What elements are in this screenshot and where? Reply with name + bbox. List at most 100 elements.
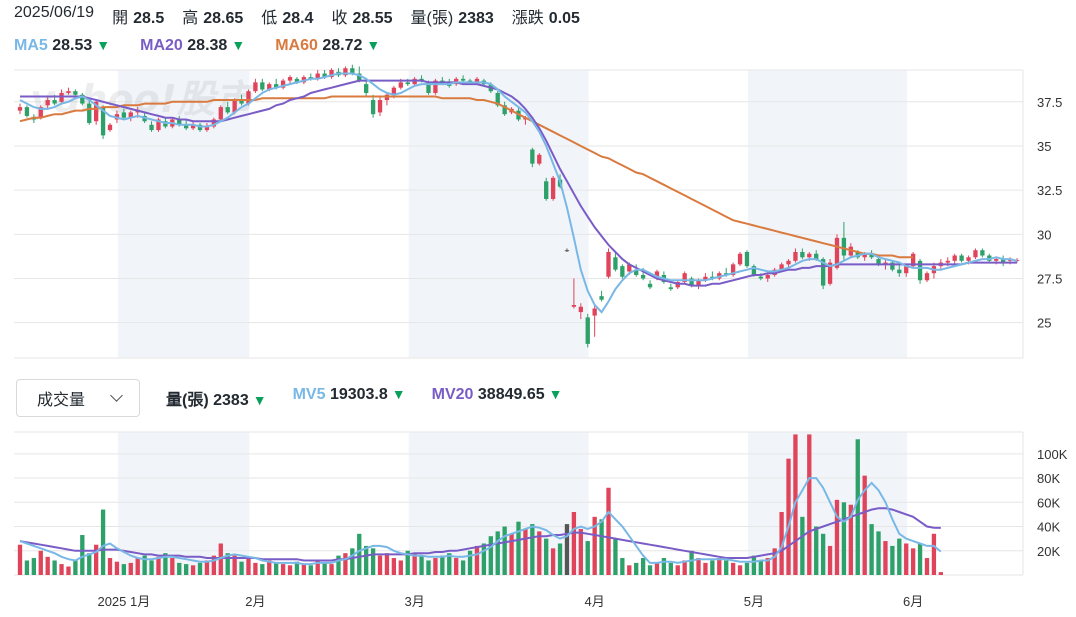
- volume-bar[interactable]: [460, 560, 466, 575]
- candle-body[interactable]: [564, 250, 570, 252]
- volume-bar[interactable]: [474, 545, 480, 575]
- volume-bar[interactable]: [820, 533, 826, 575]
- volume-bar[interactable]: [80, 535, 85, 575]
- volume-bar[interactable]: [301, 564, 307, 575]
- volume-bar[interactable]: [827, 545, 833, 575]
- volume-bar[interactable]: [675, 565, 680, 575]
- candle-body[interactable]: [952, 255, 957, 261]
- volume-bar[interactable]: [730, 562, 736, 575]
- candle-body[interactable]: [613, 257, 618, 270]
- volume-bar[interactable]: [897, 538, 902, 575]
- volume-bar[interactable]: [931, 533, 937, 575]
- volume-bar[interactable]: [890, 545, 895, 575]
- candle-body[interactable]: [897, 269, 902, 274]
- volume-bar[interactable]: [364, 545, 369, 575]
- volume-bar[interactable]: [627, 565, 632, 575]
- volume-bar[interactable]: [550, 548, 556, 575]
- candle-body[interactable]: [793, 251, 798, 261]
- volume-bar[interactable]: [135, 558, 140, 575]
- volume-bar[interactable]: [322, 562, 327, 575]
- candle-body[interactable]: [924, 273, 930, 281]
- volume-bar[interactable]: [516, 521, 521, 575]
- volume-bar[interactable]: [855, 439, 860, 575]
- volume-bar[interactable]: [121, 564, 127, 575]
- volume-bar[interactable]: [260, 564, 265, 575]
- candle-body[interactable]: [87, 103, 92, 124]
- volume-bar[interactable]: [661, 558, 667, 575]
- candle-body[interactable]: [364, 84, 369, 93]
- volume-bar[interactable]: [440, 555, 445, 575]
- candle-body[interactable]: [620, 266, 625, 277]
- volume-bar[interactable]: [530, 524, 535, 575]
- volume-bar[interactable]: [287, 565, 293, 575]
- volume-bar[interactable]: [807, 434, 812, 575]
- volume-bar[interactable]: [571, 511, 577, 575]
- candle-body[interactable]: [786, 260, 791, 265]
- volume-bar[interactable]: [87, 553, 92, 575]
- candle-body[interactable]: [66, 91, 71, 93]
- candle-body[interactable]: [405, 82, 410, 85]
- volume-bar[interactable]: [45, 556, 50, 575]
- candle-body[interactable]: [571, 304, 577, 307]
- volume-bar[interactable]: [350, 548, 355, 575]
- volume-bar[interactable]: [904, 543, 909, 575]
- volume-bar[interactable]: [66, 566, 71, 575]
- candle-body[interactable]: [592, 308, 597, 316]
- volume-bar[interactable]: [177, 562, 182, 575]
- volume-bar[interactable]: [578, 528, 583, 575]
- volume-bar[interactable]: [17, 544, 23, 575]
- candle-body[interactable]: [537, 154, 542, 164]
- volume-bar[interactable]: [585, 541, 590, 575]
- volume-bar[interactable]: [668, 562, 673, 575]
- candle-body[interactable]: [585, 317, 590, 344]
- volume-bar[interactable]: [654, 562, 660, 575]
- volume-bar[interactable]: [100, 509, 106, 575]
- volume-bar[interactable]: [717, 558, 722, 575]
- volume-bar[interactable]: [710, 560, 715, 575]
- volume-bar[interactable]: [253, 562, 258, 575]
- candle-body[interactable]: [225, 107, 230, 113]
- volume-bar[interactable]: [564, 524, 570, 575]
- candle-body[interactable]: [377, 100, 383, 113]
- volume-bar[interactable]: [640, 558, 646, 575]
- candle-body[interactable]: [606, 251, 611, 277]
- volume-bar[interactable]: [620, 558, 625, 575]
- volume-bar[interactable]: [488, 536, 493, 575]
- volume-bar[interactable]: [308, 565, 313, 575]
- volume-bar[interactable]: [696, 558, 701, 575]
- candle-body[interactable]: [260, 82, 265, 90]
- candle-body[interactable]: [24, 107, 30, 116]
- volume-bar[interactable]: [751, 555, 757, 575]
- candle-body[interactable]: [544, 181, 549, 199]
- candle-body[interactable]: [218, 107, 223, 120]
- candle-body[interactable]: [460, 78, 466, 81]
- volume-bar[interactable]: [481, 543, 487, 575]
- volume-bar[interactable]: [370, 548, 376, 575]
- candle-body[interactable]: [744, 251, 750, 267]
- volume-bar[interactable]: [599, 519, 604, 575]
- candle-body[interactable]: [959, 255, 964, 261]
- volume-bar[interactable]: [924, 558, 930, 575]
- volume-bar[interactable]: [523, 528, 528, 575]
- volume-bar[interactable]: [426, 560, 431, 575]
- volume-bar[interactable]: [544, 538, 549, 575]
- volume-bar[interactable]: [647, 565, 653, 575]
- stock-chart[interactable]: 37.53532.53027.525100K80K60K40K20Kyahoo!…: [0, 0, 1076, 617]
- volume-bar[interactable]: [689, 550, 694, 575]
- volume-bar[interactable]: [280, 564, 286, 575]
- volume-bar[interactable]: [156, 556, 161, 575]
- volume-bar[interactable]: [557, 543, 563, 575]
- volume-bar[interactable]: [841, 502, 847, 575]
- volume-bar[interactable]: [128, 562, 133, 575]
- candle-body[interactable]: [800, 251, 805, 258]
- volume-bar[interactable]: [883, 541, 888, 575]
- volume-bar[interactable]: [377, 555, 383, 575]
- volume-bar[interactable]: [398, 560, 403, 575]
- volume-bar[interactable]: [190, 565, 196, 575]
- volume-bar[interactable]: [786, 458, 791, 575]
- candle-body[interactable]: [287, 77, 293, 81]
- candle-body[interactable]: [370, 100, 376, 115]
- volume-bar[interactable]: [114, 561, 120, 575]
- volume-bar[interactable]: [433, 558, 438, 575]
- candle-body[interactable]: [765, 274, 770, 279]
